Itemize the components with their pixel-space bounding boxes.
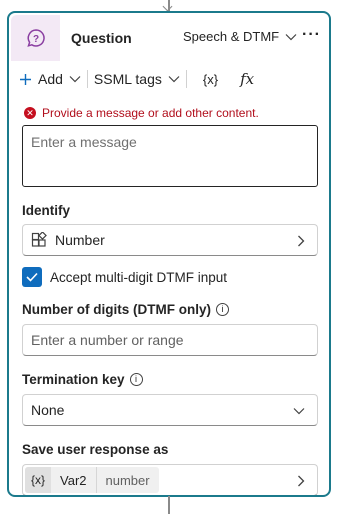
multi-digit-label: Accept multi-digit DTMF input — [50, 269, 228, 285]
chevron-down-icon — [168, 76, 180, 83]
chat-question-icon: ? — [26, 29, 45, 47]
variable-pill[interactable]: {x} Var2 number — [25, 466, 159, 494]
identify-selector[interactable]: Number — [22, 224, 318, 256]
error-text: Provide a message or add other content. — [42, 106, 259, 120]
termination-label: Termination key i — [22, 372, 143, 387]
ssml-label: SSML tags — [93, 71, 162, 87]
identify-value: Number — [55, 232, 105, 248]
question-node-icon: ? — [11, 15, 60, 61]
validation-error: ✕ Provide a message or add other content… — [24, 106, 259, 120]
chevron-down-icon — [69, 76, 81, 83]
add-label: Add — [38, 71, 63, 87]
digits-label: Number of digits (DTMF only) i — [22, 302, 229, 317]
identify-label: Identify — [22, 203, 70, 218]
add-button[interactable]: Add — [19, 71, 81, 87]
identify-label-text: Identify — [22, 203, 71, 218]
multi-digit-checkbox-row[interactable]: Accept multi-digit DTMF input — [22, 267, 227, 287]
insert-variable-button[interactable]: {x} — [203, 72, 218, 87]
error-icon: ✕ — [24, 107, 36, 119]
chevron-down-icon — [285, 33, 297, 40]
variable-pill-body: {x} Var2 number — [25, 467, 159, 493]
message-toolbar: Add SSML tags {x} fx — [9, 63, 329, 95]
variable-type: number — [105, 472, 150, 488]
chevron-right-icon — [298, 475, 305, 487]
svg-text:?: ? — [32, 34, 38, 45]
variable-icon: {x} — [25, 467, 52, 493]
save-response-label-text: Save user response as — [22, 442, 169, 457]
chevron-down-icon — [293, 408, 305, 415]
message-placeholder: Enter a message — [31, 134, 137, 150]
termination-dropdown[interactable]: None — [22, 394, 318, 426]
entity-blocks-icon — [31, 232, 47, 247]
node-header: ? Question Speech & DTMF ··· — [9, 13, 329, 63]
flow-connector-top — [168, 0, 170, 11]
termination-value: None — [31, 402, 65, 418]
ssml-tags-dropdown[interactable]: SSML tags — [94, 71, 180, 87]
digits-input[interactable]: Enter a number or range — [22, 324, 318, 356]
multi-digit-checkbox[interactable] — [22, 267, 42, 287]
digits-placeholder: Enter a number or range — [31, 332, 184, 348]
node-title: Question — [71, 30, 132, 46]
message-input[interactable]: Enter a message — [22, 125, 318, 187]
mode-label: Speech & DTMF — [183, 29, 280, 44]
variable-name: Var2 — [51, 467, 97, 493]
toolbar-divider — [86, 70, 88, 88]
flow-connector-bottom — [168, 496, 170, 514]
toolbar-divider — [185, 70, 187, 88]
save-response-label: Save user response as — [22, 442, 168, 457]
termination-label-text: Termination key — [22, 372, 125, 387]
info-icon[interactable]: i — [215, 303, 229, 316]
plus-icon — [20, 73, 31, 85]
save-response-selector[interactable]: {x} Var2 number — [22, 464, 318, 495]
formula-button[interactable]: fx — [240, 70, 254, 88]
question-node-card[interactable]: ? Question Speech & DTMF ··· Add SSML ta… — [7, 11, 331, 497]
mode-dropdown[interactable]: Speech & DTMF — [183, 29, 297, 44]
checkmark-icon — [26, 272, 38, 282]
info-icon[interactable]: i — [129, 373, 143, 386]
chevron-right-icon — [298, 235, 305, 247]
digits-label-text: Number of digits (DTMF only) — [22, 302, 211, 317]
more-options-button[interactable]: ··· — [302, 26, 321, 44]
